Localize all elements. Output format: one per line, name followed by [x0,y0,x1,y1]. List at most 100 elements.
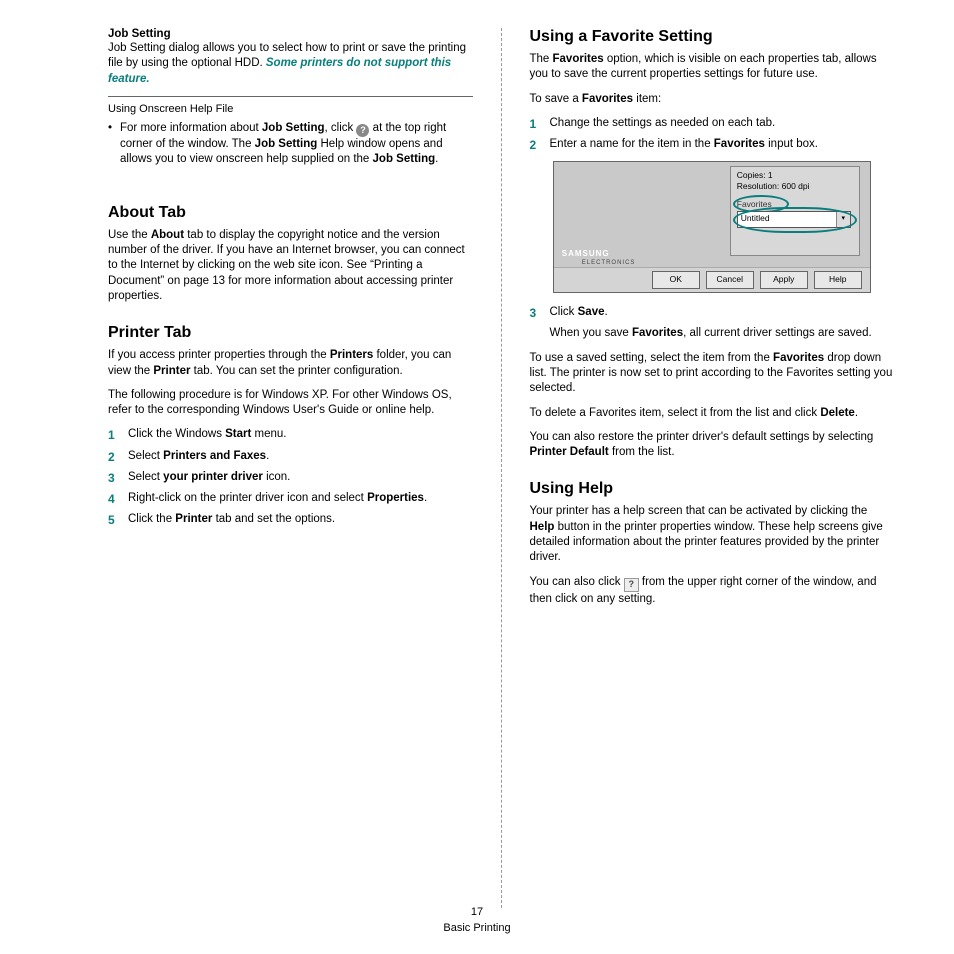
list-item: 2Select Printers and Faxes. [108,449,473,465]
t: Favorites [632,327,683,339]
t: Favorites [553,53,604,65]
step-number: 2 [108,449,128,465]
page-footer: 17 Basic Printing [0,905,954,936]
highlight-oval-dropdown [733,207,857,233]
t: Delete [820,407,855,419]
t: button in the printer properties window.… [530,521,883,564]
favorite-steps-1-2: 1Change the settings as needed on each t… [530,116,895,153]
step-number: 4 [108,491,128,507]
t: Printer Default [530,446,609,458]
t: item: [633,93,661,105]
list-item: 4Right-click on the printer driver icon … [108,491,473,507]
t: About [151,229,184,241]
job-setting-heading: Job Setting [108,28,473,40]
cancel-button[interactable]: Cancel [706,271,754,289]
t: from the list. [609,446,675,458]
step-number: 1 [108,427,128,443]
t: Your printer has a help screen that can … [530,505,868,517]
list-item: 2Enter a name for the item in the Favori… [530,137,895,153]
t: The [530,53,553,65]
favorite-p3: To use a saved setting, select the item … [530,351,895,397]
printer-steps: 1Click the Windows Start menu.2Select Pr… [108,427,473,528]
favorite-p1: The Favorites option, which is visible o… [530,52,895,83]
t: Use the [108,229,151,241]
t: Job Setting [373,153,436,165]
using-help-heading: Using Help [530,480,895,498]
ok-button[interactable]: OK [652,271,700,289]
t: , all current driver settings are saved. [683,327,872,339]
t: To save a [530,93,582,105]
step-text: Click Save. [550,305,895,321]
apply-button[interactable]: Apply [760,271,808,289]
resolution-label: Resolution: 600 dpi [737,181,810,191]
step-text: Click the Printer tab and set the option… [128,512,473,528]
step-text: Select Printers and Faxes. [128,449,473,465]
t: . [855,407,858,419]
brand-sub: ELECTRONICS [582,260,636,266]
t: Save [578,306,605,318]
favorite-p4: To delete a Favorites item, select it fr… [530,406,895,421]
onscreen-help-bullet: • For more information about Job Setting… [108,121,473,168]
about-tab-heading: About Tab [108,204,473,222]
favorites-dialog-screenshot: Copies: 1 Resolution: 600 dpi Favorites … [553,161,871,293]
brand-logo: SAMSUNG [562,249,610,258]
t: Printers [330,349,373,361]
t: Help [530,521,555,533]
t: You can also restore the printer driver'… [530,431,874,443]
t: Favorites [773,352,824,364]
list-item: 1Click the Windows Start menu. [108,427,473,443]
copies-label: Copies: 1 [737,170,773,180]
about-tab-body: Use the About tab to display the copyrig… [108,228,473,304]
section-title: Basic Printing [0,921,954,936]
using-help-p2: You can also click ? from the upper righ… [530,575,895,607]
t: Job Setting [262,122,325,134]
t: To use a saved setting, select the item … [530,352,774,364]
t: Click [550,306,578,318]
t: . [435,153,438,165]
printer-tab-heading: Printer Tab [108,324,473,342]
list-item: 3Select your printer driver icon. [108,470,473,486]
step-number: 1 [530,116,550,132]
bullet-text: For more information about Job Setting, … [120,121,473,168]
question-icon: ? [624,578,639,592]
job-setting-body: Job Setting dialog allows you to select … [108,41,473,87]
step-number: 5 [108,512,128,528]
favorite-heading: Using a Favorite Setting [530,28,895,46]
favorite-p2: To save a Favorites item: [530,92,895,107]
step-text: Change the settings as needed on each ta… [550,116,895,132]
help-button[interactable]: Help [814,271,862,289]
t: To delete a Favorites item, select it fr… [530,407,821,419]
right-column: Using a Favorite Setting The Favorites o… [502,28,895,908]
t: You can also click [530,576,624,588]
t: Job Setting [255,138,318,150]
step-number: 3 [530,305,550,321]
step-text: Click the Windows Start menu. [128,427,473,443]
separator [108,96,473,97]
page-number: 17 [0,905,954,920]
step-text: Select your printer driver icon. [128,470,473,486]
t: When you save [550,327,632,339]
t: , click [325,122,357,134]
t: Printer [153,365,190,377]
printer-tab-p2: The following procedure is for Windows X… [108,388,473,419]
favorite-step3-note: When you save Favorites, all current dri… [530,326,895,341]
using-help-p1: Your printer has a help screen that can … [530,504,895,565]
page-columns: Job Setting Job Setting dialog allows yo… [0,0,954,908]
list-item: 1Change the settings as needed on each t… [530,116,895,132]
list-item: 3 Click Save. [530,305,895,321]
dialog-side-panel: Copies: 1 Resolution: 600 dpi Favorites … [730,166,860,256]
help-icon: ? [356,124,369,137]
onscreen-help-subhead: Using Onscreen Help File [108,103,473,115]
t: . [604,306,607,318]
list-item: 5Click the Printer tab and set the optio… [108,512,473,528]
step-number: 3 [108,470,128,486]
step-text: Enter a name for the item in the Favorit… [550,137,895,153]
dialog-button-row: OK Cancel Apply Help [554,267,870,292]
t: Favorites [582,93,633,105]
bullet-dot: • [108,121,120,168]
t: If you access printer properties through… [108,349,330,361]
favorite-p5: You can also restore the printer driver'… [530,430,895,461]
step-number: 2 [530,137,550,153]
printer-tab-p1: If you access printer properties through… [108,348,473,379]
step-text: Right-click on the printer driver icon a… [128,491,473,507]
